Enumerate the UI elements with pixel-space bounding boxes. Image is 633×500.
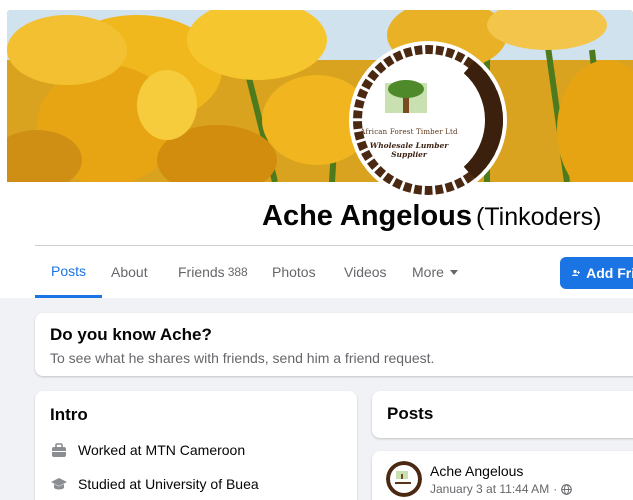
tab-posts-label: Posts: [51, 262, 87, 279]
post-time-text[interactable]: January 3 at 11:44 AM: [430, 482, 549, 496]
tulip-field-cover-photo: [7, 10, 633, 182]
tab-videos-label: Videos: [344, 264, 387, 280]
posts-title: Posts: [387, 404, 434, 423]
intro-card: Intro Worked at MTN Cameroon Studied at …: [35, 391, 357, 500]
cover-photo[interactable]: [7, 10, 633, 182]
intro-education-prefix: Studied at: [78, 476, 142, 492]
profile-name: Ache Angelous (Tinkoders): [262, 200, 602, 233]
intro-education-item: Studied at University of Buea: [50, 475, 342, 493]
intro-education-value[interactable]: University of Buea: [145, 476, 259, 492]
posts-header-card: Posts: [372, 391, 633, 438]
tab-more-label: More: [412, 264, 444, 280]
profile-tabs: Posts About Friends 388 Photos Videos Mor…: [35, 246, 633, 298]
tab-more[interactable]: More: [412, 246, 458, 298]
profile-name-text: Ache Angelous: [262, 200, 473, 232]
intro-work-prefix: Worked at: [78, 442, 142, 458]
profile-picture[interactable]: African Forest Timber Ltd Wholesale Lumb…: [349, 41, 507, 199]
caret-down-icon: [449, 269, 458, 275]
tab-photos-label: Photos: [272, 264, 316, 280]
tab-videos[interactable]: Videos: [344, 246, 387, 298]
post-time-separator: ·: [553, 482, 558, 496]
tab-friends[interactable]: Friends 388: [178, 246, 248, 298]
logo-company-name: African Forest Timber Ltd: [360, 128, 458, 136]
friends-count: 388: [227, 265, 248, 279]
post-author-avatar[interactable]: [386, 461, 422, 497]
tab-posts[interactable]: Posts: [35, 246, 103, 298]
know-person-card: Do you know Ache? To see what he shares …: [35, 313, 633, 376]
add-friend-button[interactable]: Add Friend: [560, 257, 633, 289]
globe-icon: [561, 483, 573, 495]
intro-work-value[interactable]: MTN Cameroon: [146, 442, 246, 458]
add-friend-label: Add Friend: [586, 265, 633, 281]
post-author-name[interactable]: Ache Angelous: [430, 463, 572, 479]
business-logo: African Forest Timber Ltd Wholesale Lumb…: [353, 45, 503, 195]
intro-work-item: Worked at MTN Cameroon: [50, 441, 342, 459]
profile-alternate-name: (Tinkoders): [476, 203, 602, 231]
tab-photos[interactable]: Photos: [272, 246, 316, 298]
logo-tagline: Wholesale Lumber Supplier: [369, 141, 449, 159]
post-card: Ache Angelous January 3 at 11:44 AM ·: [372, 451, 633, 500]
know-card-title: Do you know Ache?: [50, 325, 212, 344]
tab-about[interactable]: About: [111, 246, 148, 298]
intro-title: Intro: [50, 405, 88, 424]
add-friend-icon: [572, 269, 581, 277]
briefcase-icon: [50, 441, 68, 459]
graduation-cap-icon: [50, 475, 68, 493]
post-timestamp: January 3 at 11:44 AM ·: [430, 482, 573, 496]
tab-friends-label: Friends: [178, 264, 225, 280]
know-card-subtitle: To see what he shares with friends, send…: [50, 350, 435, 366]
tab-about-label: About: [111, 264, 148, 280]
